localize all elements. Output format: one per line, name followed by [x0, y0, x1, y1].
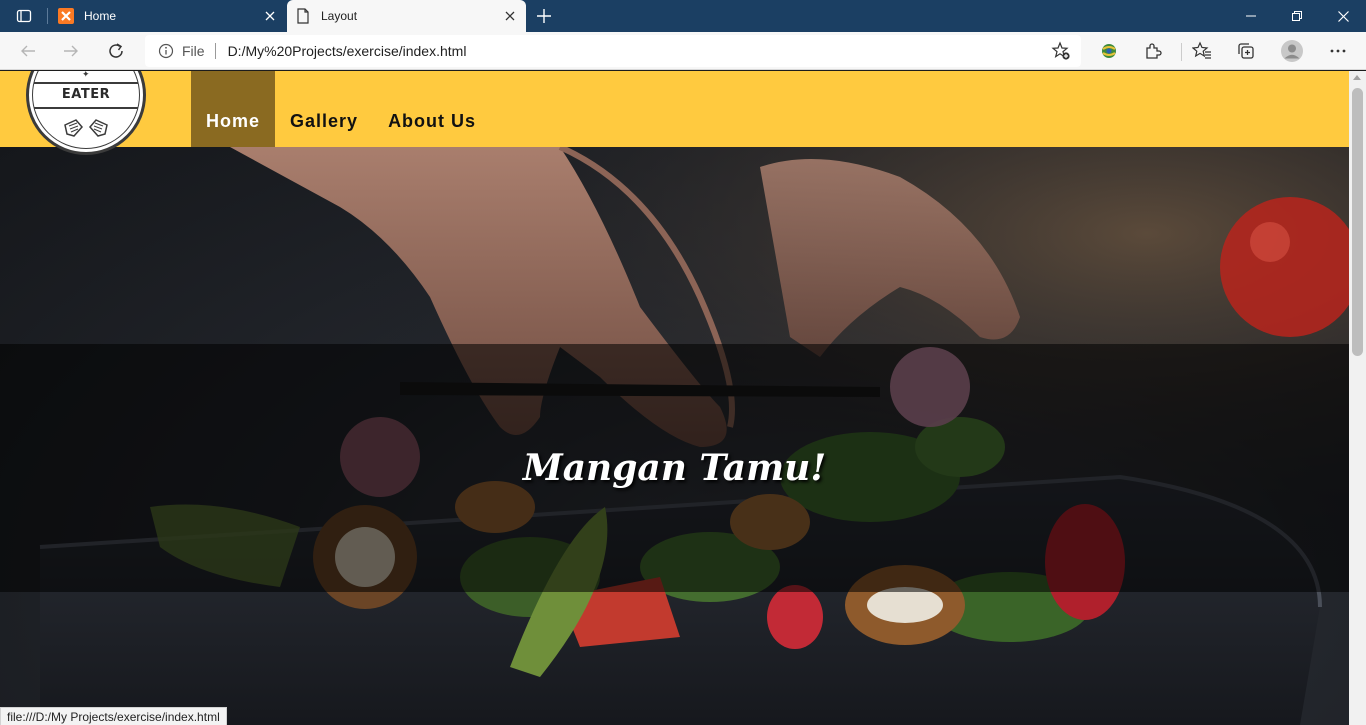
restore-button[interactable]: [1274, 0, 1320, 32]
page-viewport: ✦ EATER Home Gallery About Us Mangan Tam…: [0, 71, 1349, 725]
extension-globe-icon[interactable]: [1095, 37, 1123, 65]
address-bar[interactable]: File D:/My%20Projects/exercise/index.htm…: [145, 35, 1081, 67]
browser-toolbar: File D:/My%20Projects/exercise/index.htm…: [0, 32, 1366, 70]
toolbar-separator: [1181, 43, 1182, 61]
browser-titlebar: Home Layout: [0, 0, 1366, 32]
hero-title: Mangan Tamu!: [522, 447, 827, 489]
address-divider: [214, 43, 216, 59]
toast-hands-icon: [64, 119, 108, 137]
logo-band: [34, 107, 138, 109]
forward-button[interactable]: [55, 35, 87, 67]
extensions-icon[interactable]: [1139, 37, 1167, 65]
xampp-icon: [58, 8, 74, 24]
add-favorite-icon[interactable]: [1049, 39, 1073, 63]
site-header: ✦ EATER Home Gallery About Us: [0, 71, 1349, 155]
address-url[interactable]: D:/My%20Projects/exercise/index.html: [228, 43, 1049, 59]
new-tab-button[interactable]: [532, 4, 556, 28]
hero-section: Mangan Tamu!: [0, 147, 1349, 725]
site-logo[interactable]: ✦ EATER: [26, 71, 146, 155]
minimize-icon: [1246, 15, 1256, 17]
close-window-button[interactable]: [1320, 0, 1366, 32]
tab-separator: [47, 8, 48, 24]
tab-layout-title: Layout: [321, 9, 358, 23]
address-scheme-label: File: [182, 43, 205, 59]
restore-icon: [1292, 11, 1302, 21]
tab-actions-button[interactable]: [8, 4, 40, 28]
more-options-icon[interactable]: [1324, 37, 1352, 65]
minimize-button[interactable]: [1228, 0, 1274, 32]
scrollbar-thumb[interactable]: [1352, 88, 1363, 356]
tab-home[interactable]: Home: [50, 0, 286, 32]
favorites-icon[interactable]: [1188, 37, 1216, 65]
logo-star-icon: ✦: [82, 71, 90, 79]
nav-gallery[interactable]: Gallery: [275, 71, 373, 147]
arrow-right-icon: [64, 45, 78, 57]
close-tab-icon[interactable]: [498, 4, 522, 28]
nav-home[interactable]: Home: [191, 71, 276, 147]
logo-text: EATER: [61, 87, 111, 102]
arrow-left-icon: [21, 45, 35, 57]
collections-icon[interactable]: [1232, 37, 1260, 65]
tab-layout[interactable]: Layout: [287, 0, 526, 32]
tab-actions-icon: [16, 9, 32, 23]
scroll-up-arrow-icon[interactable]: [1353, 75, 1361, 80]
status-bar-url: file:///D:/My Projects/exercise/index.ht…: [0, 707, 227, 725]
refresh-icon: [109, 43, 123, 58]
profile-avatar-icon[interactable]: [1278, 37, 1306, 65]
plus-icon: [537, 9, 551, 23]
document-icon: [295, 8, 311, 24]
logo-band: [34, 82, 138, 84]
hero-overlay-band: Mangan Tamu!: [0, 344, 1349, 592]
site-nav: Home Gallery About Us: [191, 71, 491, 147]
back-button[interactable]: [12, 35, 44, 67]
page-scrollbar[interactable]: [1349, 71, 1366, 725]
info-icon[interactable]: [158, 43, 174, 59]
nav-about-us[interactable]: About Us: [373, 71, 491, 147]
close-icon: [1337, 10, 1349, 22]
close-tab-icon[interactable]: [258, 4, 282, 28]
tab-home-title: Home: [84, 9, 117, 23]
refresh-button[interactable]: [100, 35, 132, 67]
